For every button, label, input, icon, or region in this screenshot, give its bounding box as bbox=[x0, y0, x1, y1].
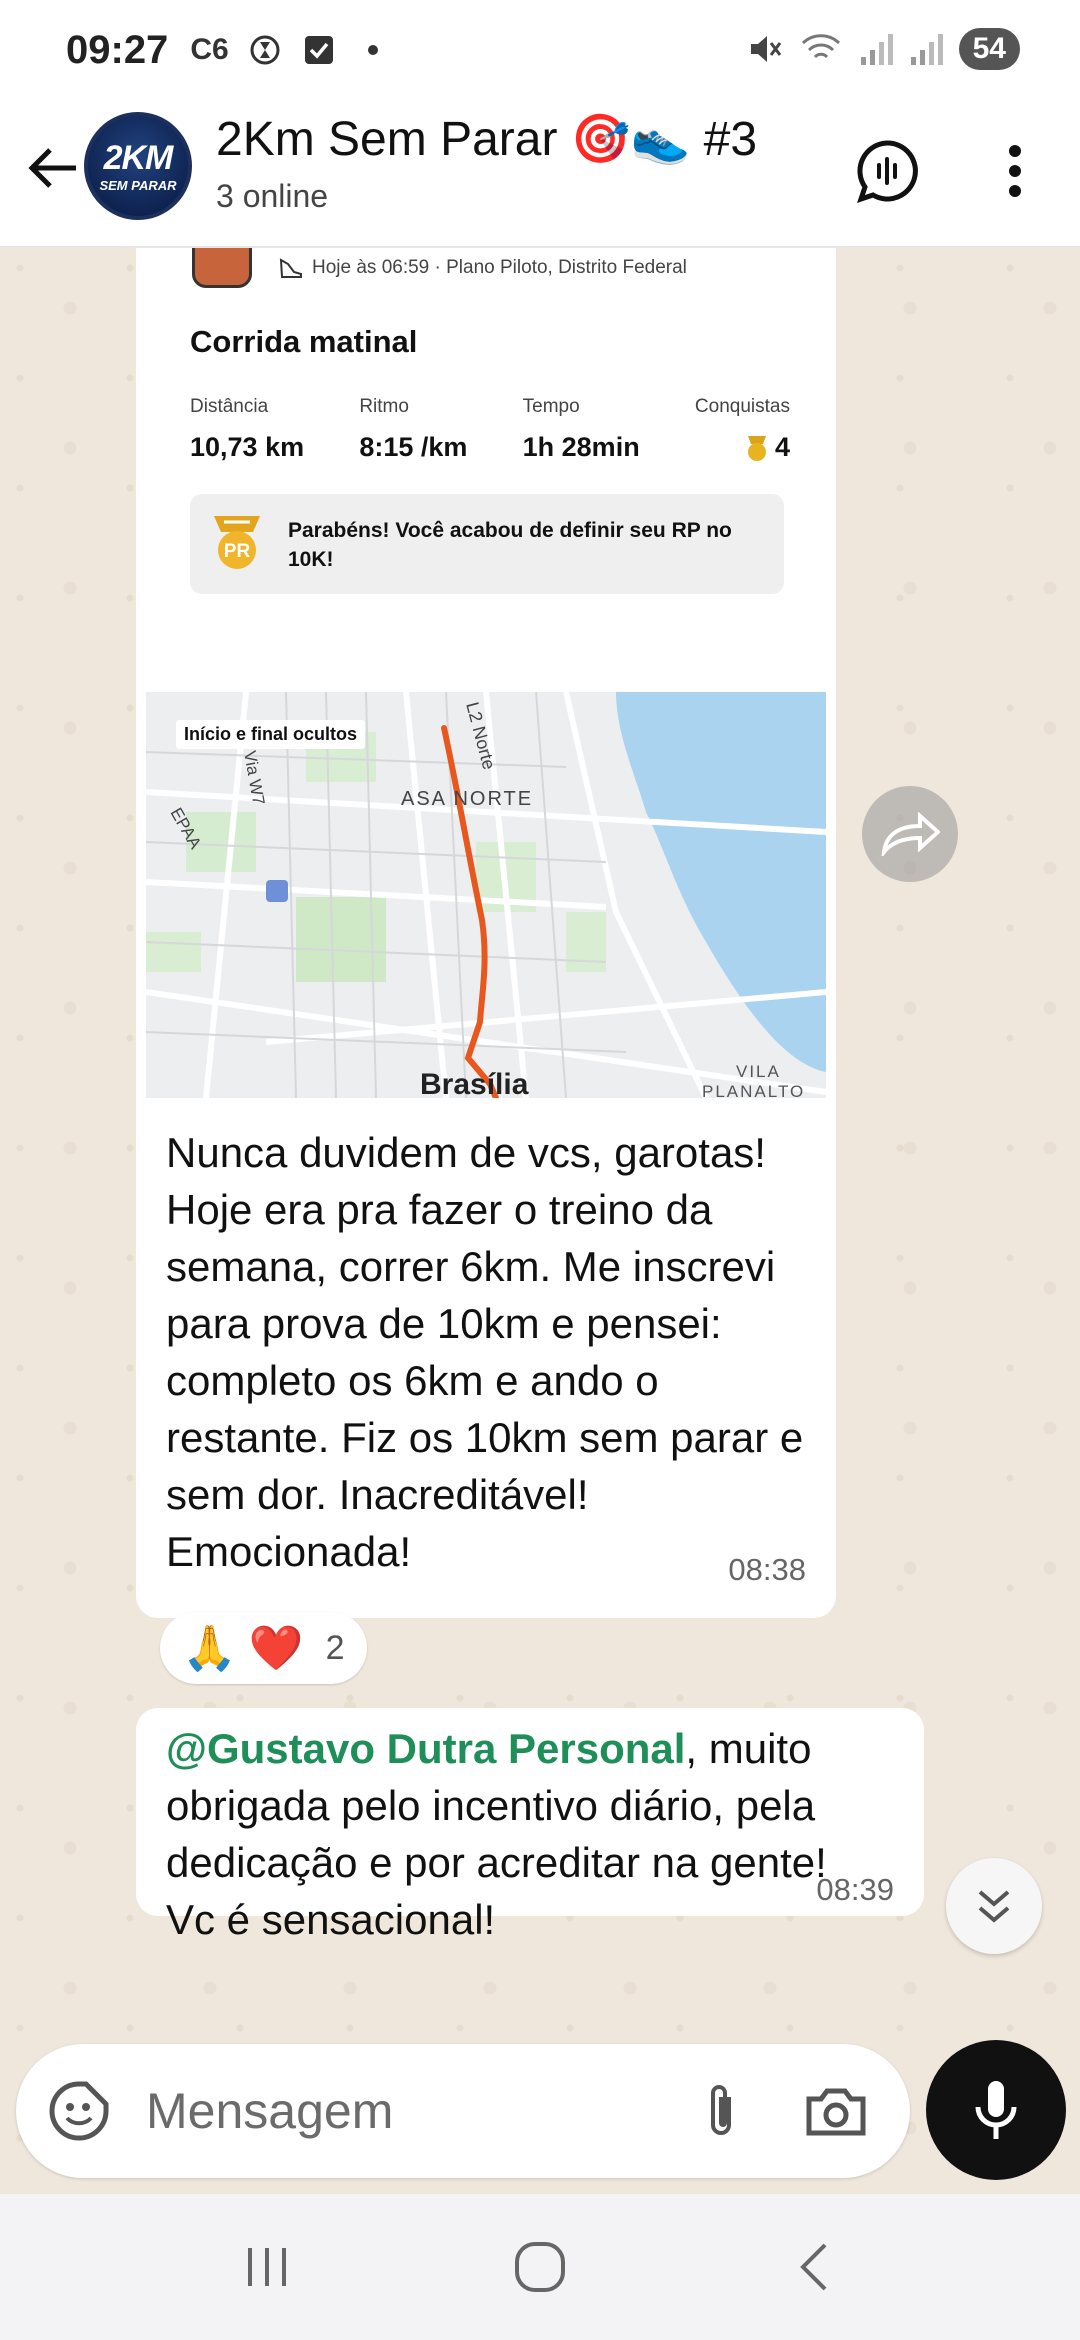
activity-title: Corrida matinal bbox=[190, 324, 418, 359]
activity-card[interactable]: Hoje às 06:59 · Plano Piloto, Distrito F… bbox=[136, 248, 836, 648]
battery-level: 54 bbox=[958, 28, 1020, 70]
camera-button[interactable] bbox=[796, 2076, 876, 2146]
stat-label: Ritmo bbox=[359, 396, 409, 417]
camera-icon bbox=[806, 2088, 866, 2136]
hourglass-icon bbox=[247, 32, 283, 68]
mute-icon bbox=[750, 36, 781, 62]
message-input-bar bbox=[16, 2044, 910, 2178]
dot-icon bbox=[355, 32, 391, 68]
stat-achievements: Conquistas 4 bbox=[695, 396, 790, 463]
status-left-icons: C6 bbox=[190, 32, 390, 68]
medal-icon bbox=[747, 435, 766, 461]
activity-stats: Distância 10,73 km Ritmo 8:15 /km Tempo … bbox=[190, 396, 790, 463]
recent-apps-icon bbox=[247, 2248, 286, 2286]
system-nav-bar bbox=[0, 2194, 1080, 2340]
message-time: 08:38 bbox=[728, 1552, 806, 1587]
voice-chat-button[interactable] bbox=[852, 136, 922, 206]
route-map[interactable]: L2 Norte ASA NORTE Via W7 EPAA Brasília … bbox=[146, 692, 826, 1098]
forward-icon bbox=[881, 812, 940, 856]
message-bubble[interactable]: @Gustavo Dutra Personal, muito obrigada … bbox=[136, 1708, 924, 1943]
stat-label: Tempo bbox=[522, 396, 580, 417]
stat-time: Tempo 1h 28min bbox=[523, 396, 640, 463]
stat-label: Distância bbox=[190, 396, 269, 417]
scroll-to-bottom-button[interactable] bbox=[946, 1858, 1042, 1954]
status-right-icons: 54 bbox=[747, 28, 1020, 70]
pr-text: Parabéns! Você acabou de definir seu RP … bbox=[288, 519, 732, 571]
chevron-left-icon bbox=[800, 2243, 827, 2291]
map-hidden-label: Início e final ocultos bbox=[176, 720, 366, 749]
map-label-brasilia: Brasília bbox=[420, 1068, 529, 1098]
message-input[interactable] bbox=[146, 2074, 666, 2148]
shoe-icon bbox=[279, 258, 302, 278]
stat-pace: Ritmo 8:15 /km bbox=[359, 396, 467, 463]
stat-value-row: 4 bbox=[695, 432, 790, 463]
status-time: 09:27 bbox=[66, 27, 169, 72]
park-5 bbox=[146, 932, 201, 972]
map-label-planalto: PLANALTO bbox=[702, 1082, 805, 1098]
message-text: @Gustavo Dutra Personal, muito obrigada … bbox=[166, 1720, 906, 1948]
home-icon bbox=[514, 2242, 565, 2292]
voice-chat-icon bbox=[857, 140, 918, 203]
achievements-count: 4 bbox=[774, 432, 790, 462]
kebab-menu-icon bbox=[1009, 145, 1021, 197]
back-nav-button[interactable] bbox=[763, 2227, 863, 2307]
wifi-icon bbox=[801, 34, 840, 59]
chat-area[interactable]: Hoje às 06:59 · Plano Piloto, Distrito F… bbox=[0, 248, 1080, 2188]
mic-button[interactable] bbox=[926, 2040, 1066, 2180]
microphone-icon bbox=[975, 2081, 1017, 2139]
message-text: Nunca duvidem de vcs, garotas! Hoje era … bbox=[166, 1129, 804, 1575]
mention-link[interactable]: @Gustavo Dutra Personal bbox=[166, 1725, 685, 1772]
forward-button[interactable] bbox=[862, 786, 958, 882]
double-chevron-down-icon bbox=[978, 1890, 1010, 1923]
activity-meta-text: Hoje às 06:59 · Plano Piloto, Distrito F… bbox=[312, 257, 687, 278]
message-time: 08:39 bbox=[816, 1872, 894, 1907]
pr-banner: PR Parabéns! Você acabou de definir seu … bbox=[190, 494, 784, 594]
group-avatar[interactable]: 2KM SEM PARAR bbox=[84, 112, 192, 220]
map-label-vila: VILA bbox=[736, 1062, 781, 1081]
stat-value: 10,73 km bbox=[190, 432, 305, 462]
signal-icon-2 bbox=[910, 34, 943, 65]
carrier-icon: C6 bbox=[190, 33, 229, 66]
sticker-icon bbox=[49, 2081, 109, 2141]
reactions-pill[interactable]: 🙏 ❤️ 2 bbox=[160, 1612, 367, 1684]
park-6 bbox=[566, 912, 606, 972]
message-bubble[interactable]: Hoje às 06:59 · Plano Piloto, Distrito F… bbox=[136, 248, 836, 1618]
activity-meta: Hoje às 06:59 · Plano Piloto, Distrito F… bbox=[278, 256, 687, 280]
stat-value: 1h 28min bbox=[522, 432, 640, 462]
stat-value: 8:15 /km bbox=[359, 432, 468, 462]
pr-badge-label: PR bbox=[224, 541, 251, 562]
status-bar: 09:27 C6 54 bbox=[0, 0, 1080, 100]
athlete-avatar bbox=[192, 248, 252, 288]
map-graphic: L2 Norte ASA NORTE Via W7 EPAA Brasília … bbox=[146, 692, 826, 1098]
pray-emoji: 🙏 bbox=[182, 1624, 237, 1673]
paperclip-icon bbox=[711, 2085, 731, 2135]
heart-emoji: ❤️ bbox=[248, 1624, 304, 1673]
pr-medal-icon: PR bbox=[214, 516, 260, 569]
more-options-button[interactable] bbox=[980, 136, 1050, 206]
chat-header: 2KM SEM PARAR 2Km Sem Parar 🎯👟 #3 3 onli… bbox=[0, 100, 1080, 248]
stat-distance: Distância 10,73 km bbox=[190, 396, 304, 463]
group-title[interactable]: 2Km Sem Parar 🎯👟 #3 bbox=[216, 110, 757, 167]
reaction-count: 2 bbox=[325, 1628, 345, 1667]
back-button[interactable] bbox=[20, 136, 84, 200]
avatar-text-main: 2KM bbox=[103, 139, 174, 177]
stat-label: Conquistas bbox=[694, 396, 790, 417]
sticker-button[interactable] bbox=[44, 2076, 114, 2146]
map-label-asa-norte: ASA NORTE bbox=[401, 788, 533, 810]
home-button[interactable] bbox=[490, 2227, 590, 2307]
avatar-text-sub: SEM PARAR bbox=[99, 178, 177, 193]
recent-apps-button[interactable] bbox=[217, 2227, 317, 2307]
checkbox-icon bbox=[301, 32, 337, 68]
online-status: 3 online bbox=[216, 178, 329, 214]
airport-marker bbox=[266, 880, 288, 902]
signal-icon-1 bbox=[860, 34, 893, 65]
arrow-left-icon bbox=[28, 148, 76, 188]
attach-button[interactable] bbox=[686, 2076, 756, 2146]
